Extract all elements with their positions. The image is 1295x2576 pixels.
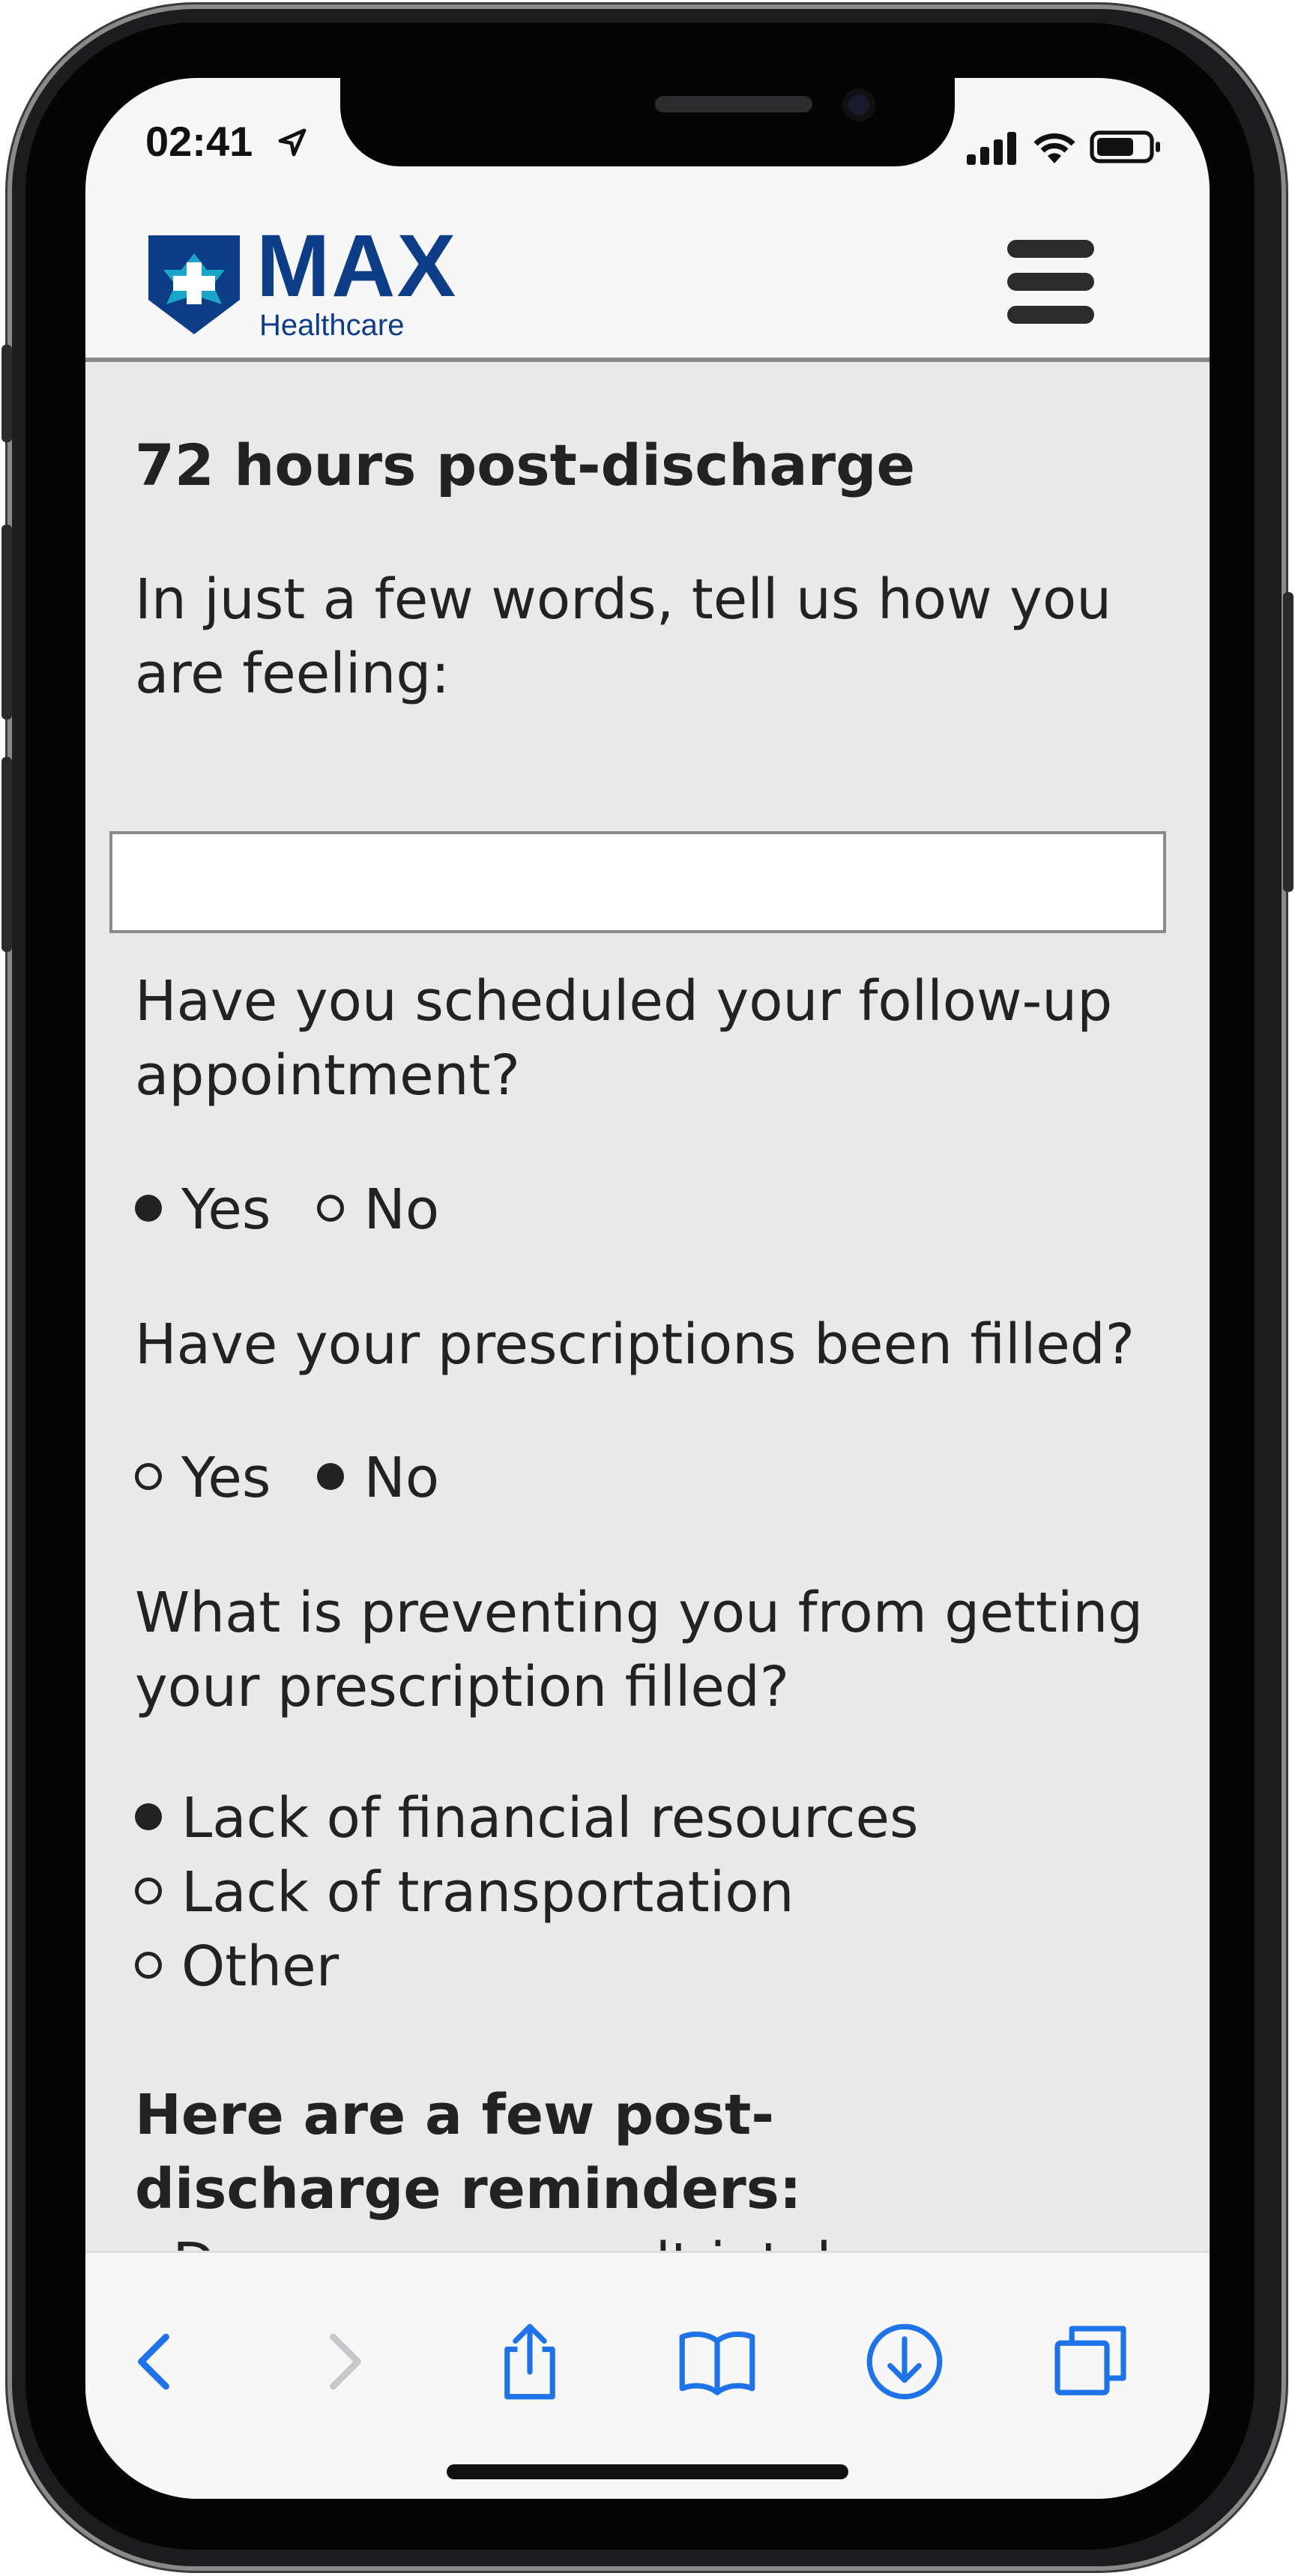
volume-up-button <box>1 525 12 720</box>
preventing-option-other[interactable]: Other <box>135 1930 339 2004</box>
hamburger-menu-icon[interactable] <box>1007 240 1094 324</box>
radio-unselected-icon[interactable] <box>317 1195 345 1222</box>
radio-selected-icon[interactable] <box>135 1803 162 1831</box>
brand-subtitle: Healthcare <box>259 309 405 342</box>
location-arrow-icon <box>278 128 307 157</box>
wifi-icon <box>1033 133 1075 163</box>
status-time: 02:41 <box>145 118 253 165</box>
silent-switch <box>1 345 12 442</box>
radio-selected-icon[interactable] <box>317 1463 345 1491</box>
browser-toolbar <box>85 2251 1210 2499</box>
tabs-icon[interactable] <box>1049 2320 1132 2403</box>
signal-icon <box>967 132 1016 165</box>
question-prescriptions: Have your prescriptions been filled? <box>135 1312 1135 1377</box>
radio-unselected-icon[interactable] <box>135 1952 162 1979</box>
followup-option-no[interactable]: No <box>317 1177 439 1242</box>
question-followup: Have you scheduled your follow-up appoin… <box>135 969 1113 1108</box>
earpiece-speaker <box>655 96 812 112</box>
prescription-option-no[interactable]: No <box>317 1446 439 1510</box>
back-icon[interactable] <box>112 2320 195 2403</box>
page-title: 72 hours post-discharge <box>135 432 916 498</box>
downloads-icon[interactable] <box>863 2320 946 2403</box>
feeling-input[interactable] <box>109 831 1166 933</box>
notch <box>340 78 955 166</box>
share-icon[interactable] <box>489 2320 571 2403</box>
radio-selected-icon[interactable] <box>135 1195 162 1222</box>
forward-icon[interactable] <box>304 2320 387 2403</box>
volume-down-button <box>1 757 12 952</box>
reminders-heading: Here are a few post-discharge reminders: <box>135 2083 802 2221</box>
preventing-option-financial[interactable]: Lack of financial resources <box>135 1782 919 1856</box>
followup-radio-group: Yes No <box>135 1173 439 1247</box>
radio-unselected-icon[interactable] <box>135 1877 162 1905</box>
battery-icon <box>1090 130 1160 163</box>
phone-screen: 02:41 MAX Healthcare 72 hours post-disch… <box>85 78 1210 2499</box>
prescription-option-yes[interactable]: Yes <box>135 1446 271 1510</box>
front-camera <box>842 88 875 121</box>
max-healthcare-logo-icon[interactable] <box>145 232 243 337</box>
bookmarks-icon[interactable] <box>676 2320 758 2403</box>
power-button <box>1283 592 1294 892</box>
home-indicator[interactable] <box>447 2464 848 2479</box>
question-preventing: What is preventing you from getting your… <box>135 1581 1144 1719</box>
prescription-radio-group: Yes No <box>135 1441 439 1515</box>
question-feeling: In just a few words, tell us how you are… <box>135 567 1112 706</box>
site-header: MAX Healthcare <box>85 205 1210 362</box>
radio-unselected-icon[interactable] <box>135 1463 162 1491</box>
followup-option-yes[interactable]: Yes <box>135 1177 271 1242</box>
brand-name[interactable]: MAX <box>256 222 457 310</box>
preventing-option-transportation[interactable]: Lack of transportation <box>135 1856 794 1930</box>
survey-form: 72 hours post-discharge In just a few wo… <box>85 362 1210 2296</box>
